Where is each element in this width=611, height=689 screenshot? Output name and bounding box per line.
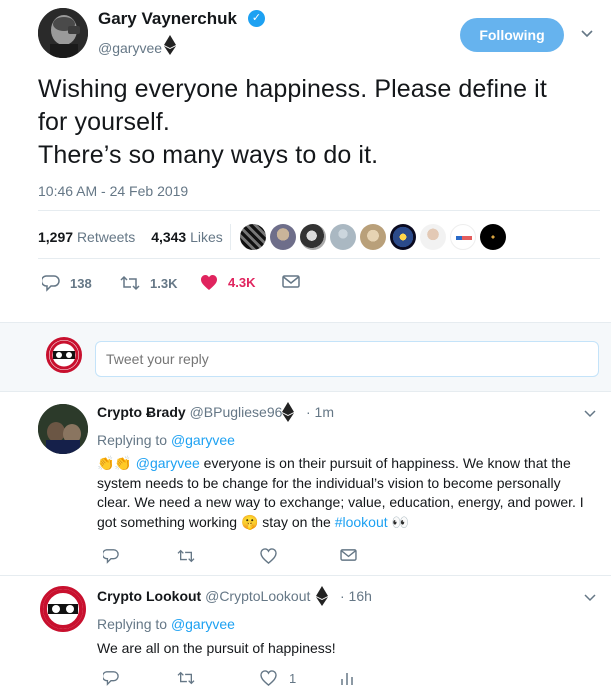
reply-count: 138: [70, 275, 92, 291]
verified-badge-icon: ✓: [248, 10, 265, 27]
chevron-down-icon[interactable]: [584, 590, 596, 602]
reply-time[interactable]: · 16h: [340, 588, 372, 604]
reply-icon: [103, 671, 119, 686]
replying-to: Replying to @garyvee: [97, 616, 235, 632]
replying-to-link[interactable]: @garyvee: [171, 432, 235, 448]
retweets-label: Retweets: [76, 229, 136, 245]
author-display-name[interactable]: Gary Vaynerchuk: [98, 9, 237, 29]
reply-text: We are all on the pursuit of happiness!: [97, 640, 336, 656]
main-tweet: Gary Vaynerchuk ✓ @garyvee Following Wis…: [0, 0, 611, 322]
reply-author-name: Crypto Lookout: [97, 588, 202, 604]
shush-emoji: 🤫: [240, 513, 259, 530]
stats-divider: [230, 224, 231, 250]
likes-label: Likes: [190, 229, 223, 245]
analytics-icon: [341, 673, 353, 685]
tweet-timestamp[interactable]: 10:46 AM - 24 Feb 2019: [38, 183, 188, 199]
liker-avatar[interactable]: [360, 224, 386, 250]
reply-author-name: Crypto Ƀrady: [97, 404, 186, 420]
reply-author[interactable]: Crypto Lookout @CryptoLookout: [97, 588, 310, 604]
reply-author-avatar[interactable]: [40, 586, 86, 632]
like-button[interactable]: 1: [260, 670, 296, 686]
replying-to-link[interactable]: @garyvee: [171, 616, 235, 632]
retweet-icon: [177, 549, 195, 563]
reply-author-handle: @CryptoLookout: [205, 588, 311, 604]
divider: [38, 210, 600, 211]
clap-emoji: 👏👏: [97, 455, 132, 471]
like-button[interactable]: [260, 548, 289, 564]
following-button[interactable]: Following: [460, 18, 564, 52]
reply-tweet: Crypto Lookout @CryptoLookout · 16h Repl…: [0, 576, 611, 689]
like-count: 1: [289, 670, 297, 686]
reply-button[interactable]: 138: [42, 274, 92, 292]
replying-to-label: Replying to: [97, 432, 168, 448]
envelope-icon: [340, 549, 357, 561]
envelope-icon: [282, 275, 300, 288]
retweet-button[interactable]: 1.3K: [120, 274, 177, 292]
retweets-count: 1,297: [38, 229, 74, 245]
liker-avatar[interactable]: [420, 224, 446, 250]
liker-avatar[interactable]: [300, 224, 326, 250]
ethereum-icon: [282, 402, 294, 422]
tweet-text: Wishing everyone happiness. Please defin…: [38, 73, 608, 172]
reply-composer: [0, 322, 611, 392]
liker-avatar[interactable]: [270, 224, 296, 250]
divider: [38, 258, 600, 259]
retweets-stat[interactable]: 1,297 Retweets: [38, 229, 139, 245]
reply-input[interactable]: [95, 341, 599, 377]
reply-button[interactable]: [103, 548, 131, 564]
reply-icon: [42, 275, 60, 292]
reply-text: 👏👏 @garyvee everyone is on their pursuit…: [97, 454, 587, 532]
liker-avatar[interactable]: [240, 224, 266, 250]
like-count: 4.3K: [228, 275, 256, 290]
reply-text-middle: stay on the: [258, 513, 335, 530]
ethereum-icon: [164, 35, 176, 55]
reply-author[interactable]: Crypto Ƀrady @BPugliese96: [97, 404, 282, 420]
direct-message-button[interactable]: [340, 548, 357, 562]
author-avatar[interactable]: [38, 8, 88, 58]
tweet-text-line: Wishing everyone happiness. Please defin…: [38, 75, 547, 103]
reply-tweet: Crypto Ƀrady @BPugliese96 · 1m Replying …: [0, 392, 611, 576]
heart-icon: [260, 670, 277, 686]
likes-stat[interactable]: 4,343 Likes: [151, 229, 227, 245]
current-user-avatar[interactable]: [46, 337, 82, 373]
retweet-button[interactable]: [177, 548, 207, 564]
chevron-down-icon[interactable]: [584, 406, 596, 418]
analytics-button[interactable]: [340, 670, 354, 686]
retweet-icon: [120, 275, 140, 291]
heart-icon: [260, 548, 277, 564]
reply-icon: [103, 549, 119, 564]
ethereum-icon: [316, 586, 328, 606]
liker-avatar[interactable]: [390, 224, 416, 250]
retweet-icon: [177, 671, 195, 685]
retweet-count: 1.3K: [150, 275, 178, 291]
reply-author-avatar[interactable]: [38, 404, 88, 454]
tweet-stats: 1,297 Retweets 4,343 Likes: [38, 229, 231, 245]
retweet-button[interactable]: [177, 670, 207, 686]
likes-count: 4,343: [151, 229, 187, 245]
hashtag-link[interactable]: #lookout: [335, 514, 388, 530]
reply-button[interactable]: [103, 670, 131, 686]
tweet-text-line: for yourself.: [38, 108, 170, 136]
mention-link[interactable]: @garyvee: [136, 455, 200, 471]
liker-avatar[interactable]: [450, 224, 476, 250]
liker-avatar[interactable]: [480, 224, 506, 250]
reply-author-handle: @BPugliese96: [189, 404, 283, 420]
replying-to: Replying to @garyvee: [97, 432, 235, 448]
eyes-emoji: 👀: [391, 513, 409, 530]
direct-message-button[interactable]: [282, 274, 300, 289]
replying-to-label: Replying to: [97, 616, 168, 632]
heart-icon: [201, 275, 217, 290]
author-handle[interactable]: @garyvee: [98, 40, 162, 56]
liker-avatar[interactable]: [330, 224, 356, 250]
reply-time[interactable]: · 1m: [306, 404, 334, 420]
chevron-down-icon[interactable]: [580, 26, 594, 40]
tweet-text-line: There’s so many ways to do it.: [38, 141, 379, 169]
like-button[interactable]: 4.3K: [200, 274, 255, 291]
